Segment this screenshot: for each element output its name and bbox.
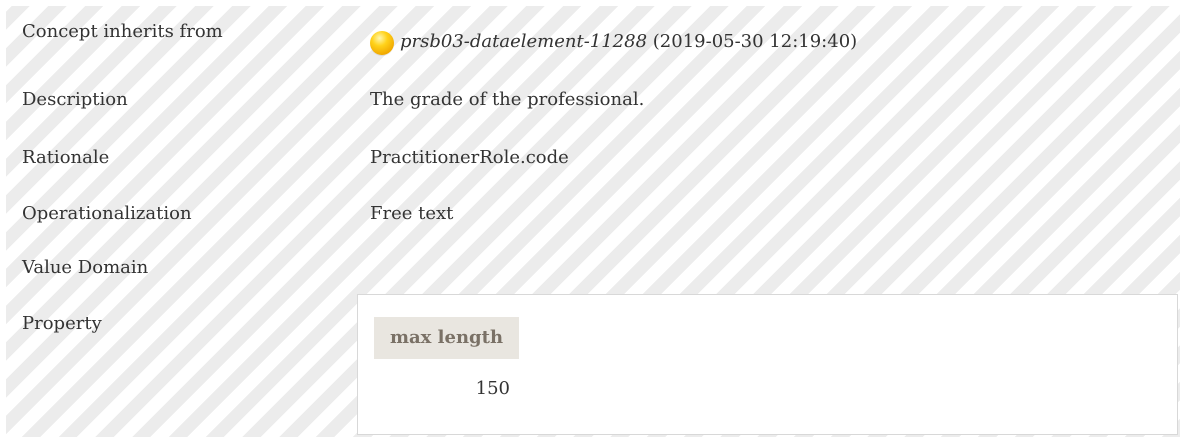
description-value: The grade of the professional. [370,89,645,110]
inherits-from-label: Concept inherits from [22,21,223,42]
property-label: Property [22,313,102,334]
description-label: Description [22,89,128,110]
status-dot-icon [370,31,394,55]
max-length-value: 150 [475,378,510,399]
rationale-value: PractitionerRole.code [370,147,569,168]
inherits-from-link[interactable]: prsb03-dataelement-11288 [400,31,647,52]
concept-details-panel: Concept inherits from prsb03-dataelement… [6,6,1180,437]
value-domain-label: Value Domain [22,257,149,278]
operationalization-label: Operationalization [22,203,192,224]
inherits-from-timestamp: (2019-05-30 12:19:40) [652,31,858,52]
rationale-label: Rationale [22,147,110,168]
property-table: max length 150 [357,294,1178,435]
operationalization-value: Free text [370,203,454,224]
max-length-header: max length [374,317,519,359]
inherits-from-value: prsb03-dataelement-11288 (2019-05-30 12:… [370,30,857,55]
